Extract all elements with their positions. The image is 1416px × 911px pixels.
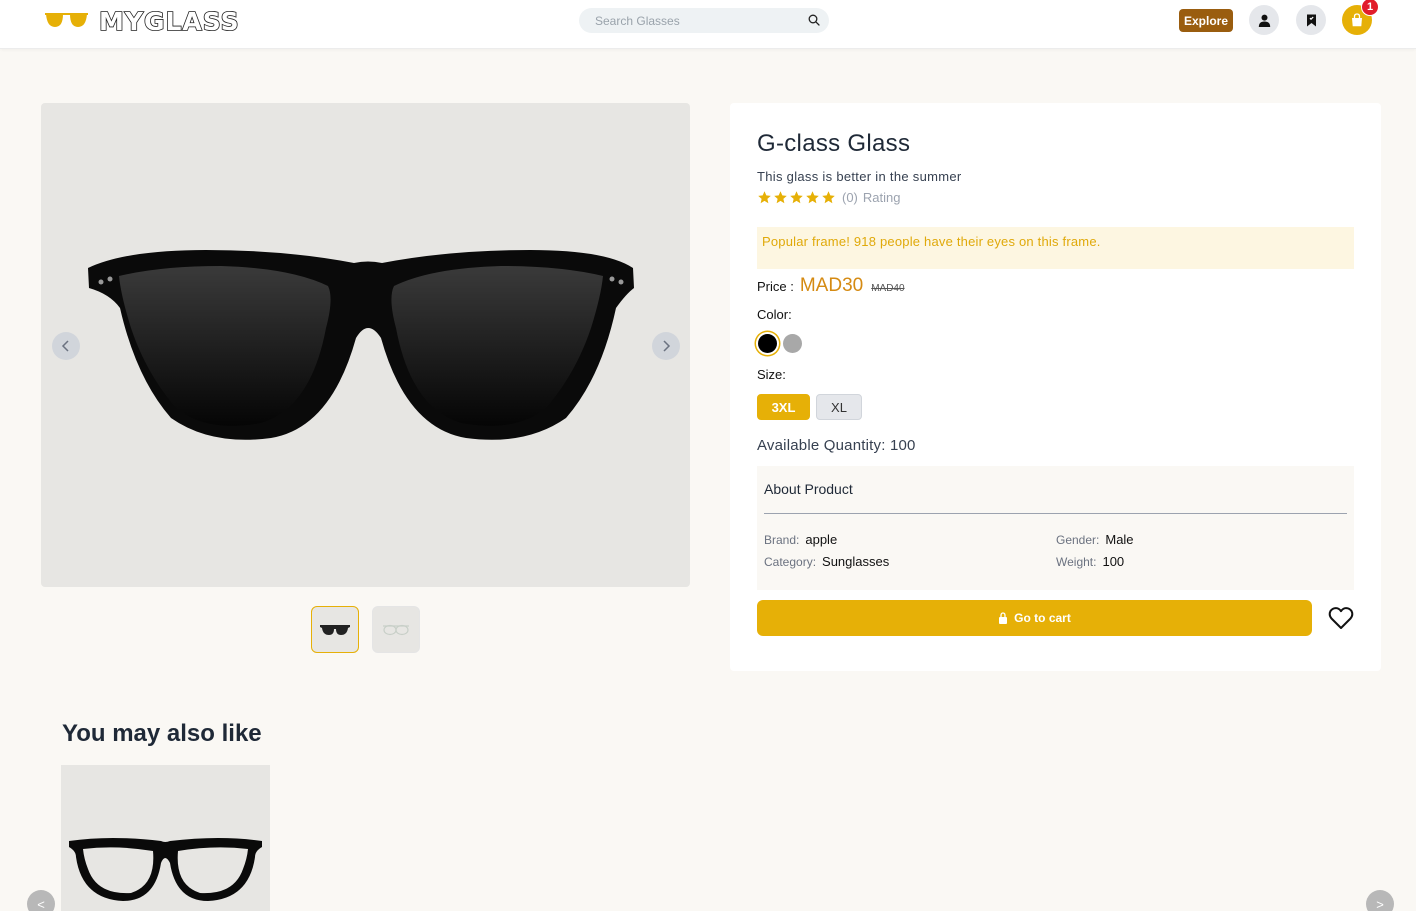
clear-glasses-thumbnail-image (383, 624, 409, 635)
price-row: Price : MAD30 MAD40 (757, 275, 905, 297)
price-label: Price : (757, 279, 794, 294)
product-rating: (0) Rating (757, 190, 900, 205)
gallery-next-button[interactable] (652, 332, 680, 360)
go-to-cart-label: Go to cart (1014, 611, 1071, 625)
size-option-xl[interactable]: XL (816, 394, 862, 420)
product-title: G-class Glass (757, 130, 911, 157)
thumbnail-sunglasses[interactable] (311, 606, 359, 653)
star-icon (806, 191, 819, 204)
thumbnail-clear-glasses[interactable] (372, 606, 420, 653)
product-image (88, 250, 634, 440)
explore-button[interactable]: Explore (1179, 9, 1233, 32)
spec-brand-value: apple (805, 532, 838, 547)
search-input[interactable] (579, 8, 789, 33)
size-option-3xl[interactable]: 3XL (757, 394, 810, 420)
go-to-cart-button[interactable]: Go to cart (757, 600, 1312, 636)
chevron-right-icon (663, 340, 671, 352)
rating-count: (0) (842, 190, 858, 205)
search-bar (579, 8, 829, 33)
about-product-title: About Product (764, 481, 853, 497)
rating-stars (757, 190, 836, 205)
spec-gender: Gender: Male (1056, 532, 1134, 547)
star-icon (758, 191, 771, 204)
sunglasses-logo-icon (45, 13, 88, 27)
rating-label: Rating (862, 190, 901, 205)
chevron-left-icon (61, 340, 69, 352)
brand-name: MYGLASS (98, 6, 240, 37)
available-quantity: Available Quantity: 100 (757, 437, 916, 454)
wishlist-button[interactable] (1296, 5, 1326, 35)
spec-gender-label: Gender: (1056, 533, 1100, 547)
product-subtitle: This glass is better in the summer (757, 169, 962, 184)
cart-count-badge: 1 (1361, 0, 1379, 16)
star-icon (774, 191, 787, 204)
size-label: Size: (757, 367, 786, 382)
current-price: MAD30 (799, 275, 864, 296)
spec-brand: Brand: apple (764, 532, 837, 547)
related-product-card[interactable] (61, 765, 270, 911)
color-label: Color: (757, 307, 792, 322)
product-details-card: G-class Glass This glass is better in th… (730, 103, 1381, 671)
about-divider (764, 513, 1347, 514)
color-swatch-black[interactable] (758, 334, 777, 353)
product-gallery (41, 103, 690, 587)
gallery-prev-button[interactable] (52, 332, 80, 360)
account-button[interactable] (1249, 5, 1279, 35)
about-product-section: About Product Brand: apple Category: Sun… (757, 466, 1354, 590)
spec-gender-value: Male (1105, 532, 1134, 547)
related-product-image (69, 838, 262, 901)
spec-category-value: Sunglasses (822, 554, 890, 569)
star-icon (790, 191, 803, 204)
popularity-notice: Popular frame! 918 people have their eye… (757, 227, 1354, 269)
spec-weight: Weight: 100 (1056, 554, 1124, 569)
heart-icon[interactable] (1328, 606, 1354, 630)
related-prev-button[interactable]: < (27, 890, 55, 911)
spec-category-label: Category: (764, 555, 817, 569)
sunglasses-thumbnail-image (320, 624, 350, 635)
related-next-button[interactable]: > (1366, 890, 1394, 911)
spec-category: Category: Sunglasses (764, 554, 889, 569)
related-section-title: You may also like (62, 720, 262, 747)
color-swatch-gray[interactable] (783, 334, 802, 353)
user-icon (1258, 14, 1270, 27)
spec-weight-value: 100 (1102, 554, 1125, 569)
search-icon[interactable] (808, 14, 820, 26)
old-price: MAD40 (871, 283, 905, 294)
shopping-bag-icon (1352, 13, 1362, 27)
star-icon (822, 191, 835, 204)
spec-weight-label: Weight: (1056, 555, 1097, 569)
bookmark-icon (1306, 14, 1316, 26)
spec-brand-label: Brand: (764, 533, 800, 547)
cart-button[interactable]: 1 (1342, 0, 1379, 35)
top-navbar: MYGLASS Explore 1 (0, 0, 1416, 49)
brand-logo[interactable]: MYGLASS (44, 6, 240, 37)
lock-icon (999, 612, 1008, 624)
